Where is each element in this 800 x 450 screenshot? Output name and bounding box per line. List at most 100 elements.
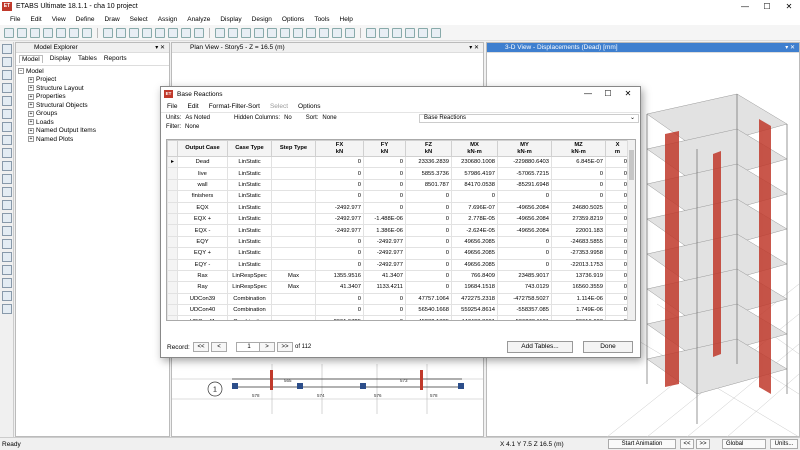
open-file-icon[interactable] <box>17 27 27 38</box>
table-cell[interactable]: 0 <box>605 178 630 192</box>
row-selector[interactable] <box>167 315 178 320</box>
table-cell[interactable]: 8501.787 <box>405 178 452 192</box>
table-row[interactable]: finishers LinStatic 0 0 0 0 0 0 0 <box>167 190 630 203</box>
table-cell[interactable]: 0 <box>551 178 606 192</box>
dialog-menu-edit[interactable]: Edit <box>187 103 198 110</box>
table-cell[interactable]: -49656.2084 <box>497 224 552 237</box>
table-row[interactable]: UDCon39 Combination 0 0 47757.1064 472275.231… <box>167 292 630 306</box>
zoom-window-icon[interactable] <box>129 27 139 38</box>
table-cell[interactable]: 47757.1064 <box>405 292 452 306</box>
design-icon[interactable] <box>405 27 415 38</box>
table-cell[interactable]: -1.488E-06 <box>363 212 406 226</box>
expand-icon[interactable]: + <box>28 76 34 83</box>
table-cell[interactable]: 0 <box>605 190 630 203</box>
table-cell[interactable]: -49656.2084 <box>497 212 552 226</box>
start-animation-button[interactable]: Start Animation <box>608 439 676 449</box>
table-row[interactable]: EQY - LinStatic 0 -2492.977 0 49656.2085 0 -220… <box>167 258 630 271</box>
show-tables-icon[interactable] <box>392 27 402 38</box>
table-cell[interactable]: 0 <box>605 155 630 169</box>
menu-assign[interactable]: Assign <box>158 16 178 23</box>
table-cell[interactable]: LinStatic <box>227 235 272 249</box>
column-header[interactable]: MX kN-m <box>451 140 498 157</box>
table-cell[interactable]: 0 <box>497 190 552 203</box>
table-row[interactable]: UDCon41Combination-2991.5725045232.13354… <box>167 315 630 320</box>
table-cell[interactable]: Rax <box>177 269 228 283</box>
table-cell[interactable]: 0 <box>315 292 364 306</box>
first-record-button[interactable]: << <box>193 342 209 352</box>
dialog-menu-format-filter-sort[interactable]: Format-Filter-Sort <box>209 103 260 110</box>
table-cell[interactable]: 23336.2839 <box>405 155 452 169</box>
dialog-maximize-button[interactable]: ☐ <box>598 87 618 101</box>
plan-view-icon[interactable] <box>228 27 238 38</box>
table-cell[interactable]: LinStatic <box>227 258 272 271</box>
dialog-menu-options[interactable]: Options <box>298 103 320 110</box>
table-cell[interactable]: 0 <box>315 258 364 271</box>
table-cell[interactable]: UDCon41 <box>177 315 228 320</box>
done-button[interactable]: Done <box>583 341 633 353</box>
draw-floor-icon[interactable] <box>2 109 12 119</box>
coordinate-system-select[interactable]: Global <box>722 439 766 449</box>
table-cell[interactable]: 0 <box>315 178 364 192</box>
undo-icon[interactable] <box>43 27 53 38</box>
pan-icon[interactable] <box>116 27 126 38</box>
row-selector[interactable] <box>167 201 178 214</box>
row-selector[interactable] <box>167 247 178 260</box>
table-cell[interactable]: LinStatic <box>227 155 272 169</box>
units-button[interactable]: Units... <box>770 439 798 449</box>
table-row[interactable]: UDCon40 Combination 0 0 56540.1668 559254.861… <box>167 304 630 317</box>
table-cell[interactable]: 0 <box>605 201 630 214</box>
table-cell[interactable]: 1.114E-06 <box>551 292 606 306</box>
table-cell[interactable] <box>271 315 316 320</box>
tab-reports[interactable]: Reports <box>104 55 127 63</box>
panel-pin-icon[interactable]: ▾ ✕ <box>155 44 165 51</box>
extrude-icon[interactable] <box>319 27 329 38</box>
column-header[interactable]: MZ kN-m <box>551 140 606 157</box>
table-cell[interactable]: 0 <box>605 315 630 320</box>
last-record-button[interactable]: >> <box>277 342 293 352</box>
row-selector[interactable] <box>167 269 178 283</box>
table-cell[interactable]: 766.8409 <box>451 269 498 283</box>
table-cell[interactable]: LinStatic <box>227 247 272 260</box>
table-cell[interactable]: UDCon39 <box>177 292 228 306</box>
table-cell[interactable]: 0 <box>605 281 630 294</box>
menu-design[interactable]: Design <box>252 16 272 23</box>
table-cell[interactable]: -57065.7215 <box>497 167 552 180</box>
table-cell[interactable] <box>271 247 316 260</box>
table-cell[interactable]: 743.0129 <box>497 281 552 294</box>
row-selector[interactable] <box>167 212 178 226</box>
tree-item-structural-objects[interactable]: + Structural Objects <box>18 101 167 110</box>
table-cell[interactable]: -24683.5855 <box>551 235 606 249</box>
draw-tendon-icon[interactable] <box>2 161 12 171</box>
new-file-icon[interactable] <box>4 27 14 38</box>
table-cell[interactable]: 0 <box>405 190 452 203</box>
table-cell[interactable]: 19684.1518 <box>451 281 498 294</box>
display-options-icon[interactable] <box>293 27 303 38</box>
pointer-icon[interactable] <box>2 44 12 54</box>
table-cell[interactable]: 0 <box>363 201 406 214</box>
table-cell[interactable]: -27353.9958 <box>551 247 606 260</box>
tree-item-project[interactable]: + Project <box>18 76 167 85</box>
row-selector[interactable] <box>167 258 178 271</box>
close-button[interactable]: ✕ <box>778 0 800 13</box>
table-cell[interactable]: LinStatic <box>227 212 272 226</box>
dialog-close-button[interactable]: ✕ <box>618 87 638 101</box>
draw-dimension-icon[interactable] <box>2 187 12 197</box>
table-cell[interactable]: 0 <box>405 212 452 226</box>
table-cell[interactable] <box>271 235 316 249</box>
table-row[interactable]: EQX - LinStatic -2492.977 1.386E-06 0 -2.624E… <box>167 224 630 237</box>
column-header[interactable]: Output Case <box>177 140 228 157</box>
table-cell[interactable]: 2.778E-05 <box>451 212 498 226</box>
panel-pin-icon[interactable]: ▾ ✕ <box>785 44 795 51</box>
snap-intersection-icon[interactable] <box>2 291 12 301</box>
tree-item-loads[interactable]: + Loads <box>18 118 167 127</box>
panel-pin-icon[interactable]: ▾ ✕ <box>469 44 479 51</box>
menu-select[interactable]: Select <box>130 16 148 23</box>
menu-view[interactable]: View <box>52 16 66 23</box>
table-cell[interactable] <box>271 178 316 192</box>
snap-ends-icon[interactable] <box>2 278 12 288</box>
row-selector[interactable] <box>167 304 178 317</box>
table-cell[interactable]: -22013.1753 <box>551 258 606 271</box>
expand-icon[interactable]: + <box>28 93 34 100</box>
snap-grid-icon[interactable] <box>2 265 12 275</box>
table-cell[interactable] <box>271 258 316 271</box>
